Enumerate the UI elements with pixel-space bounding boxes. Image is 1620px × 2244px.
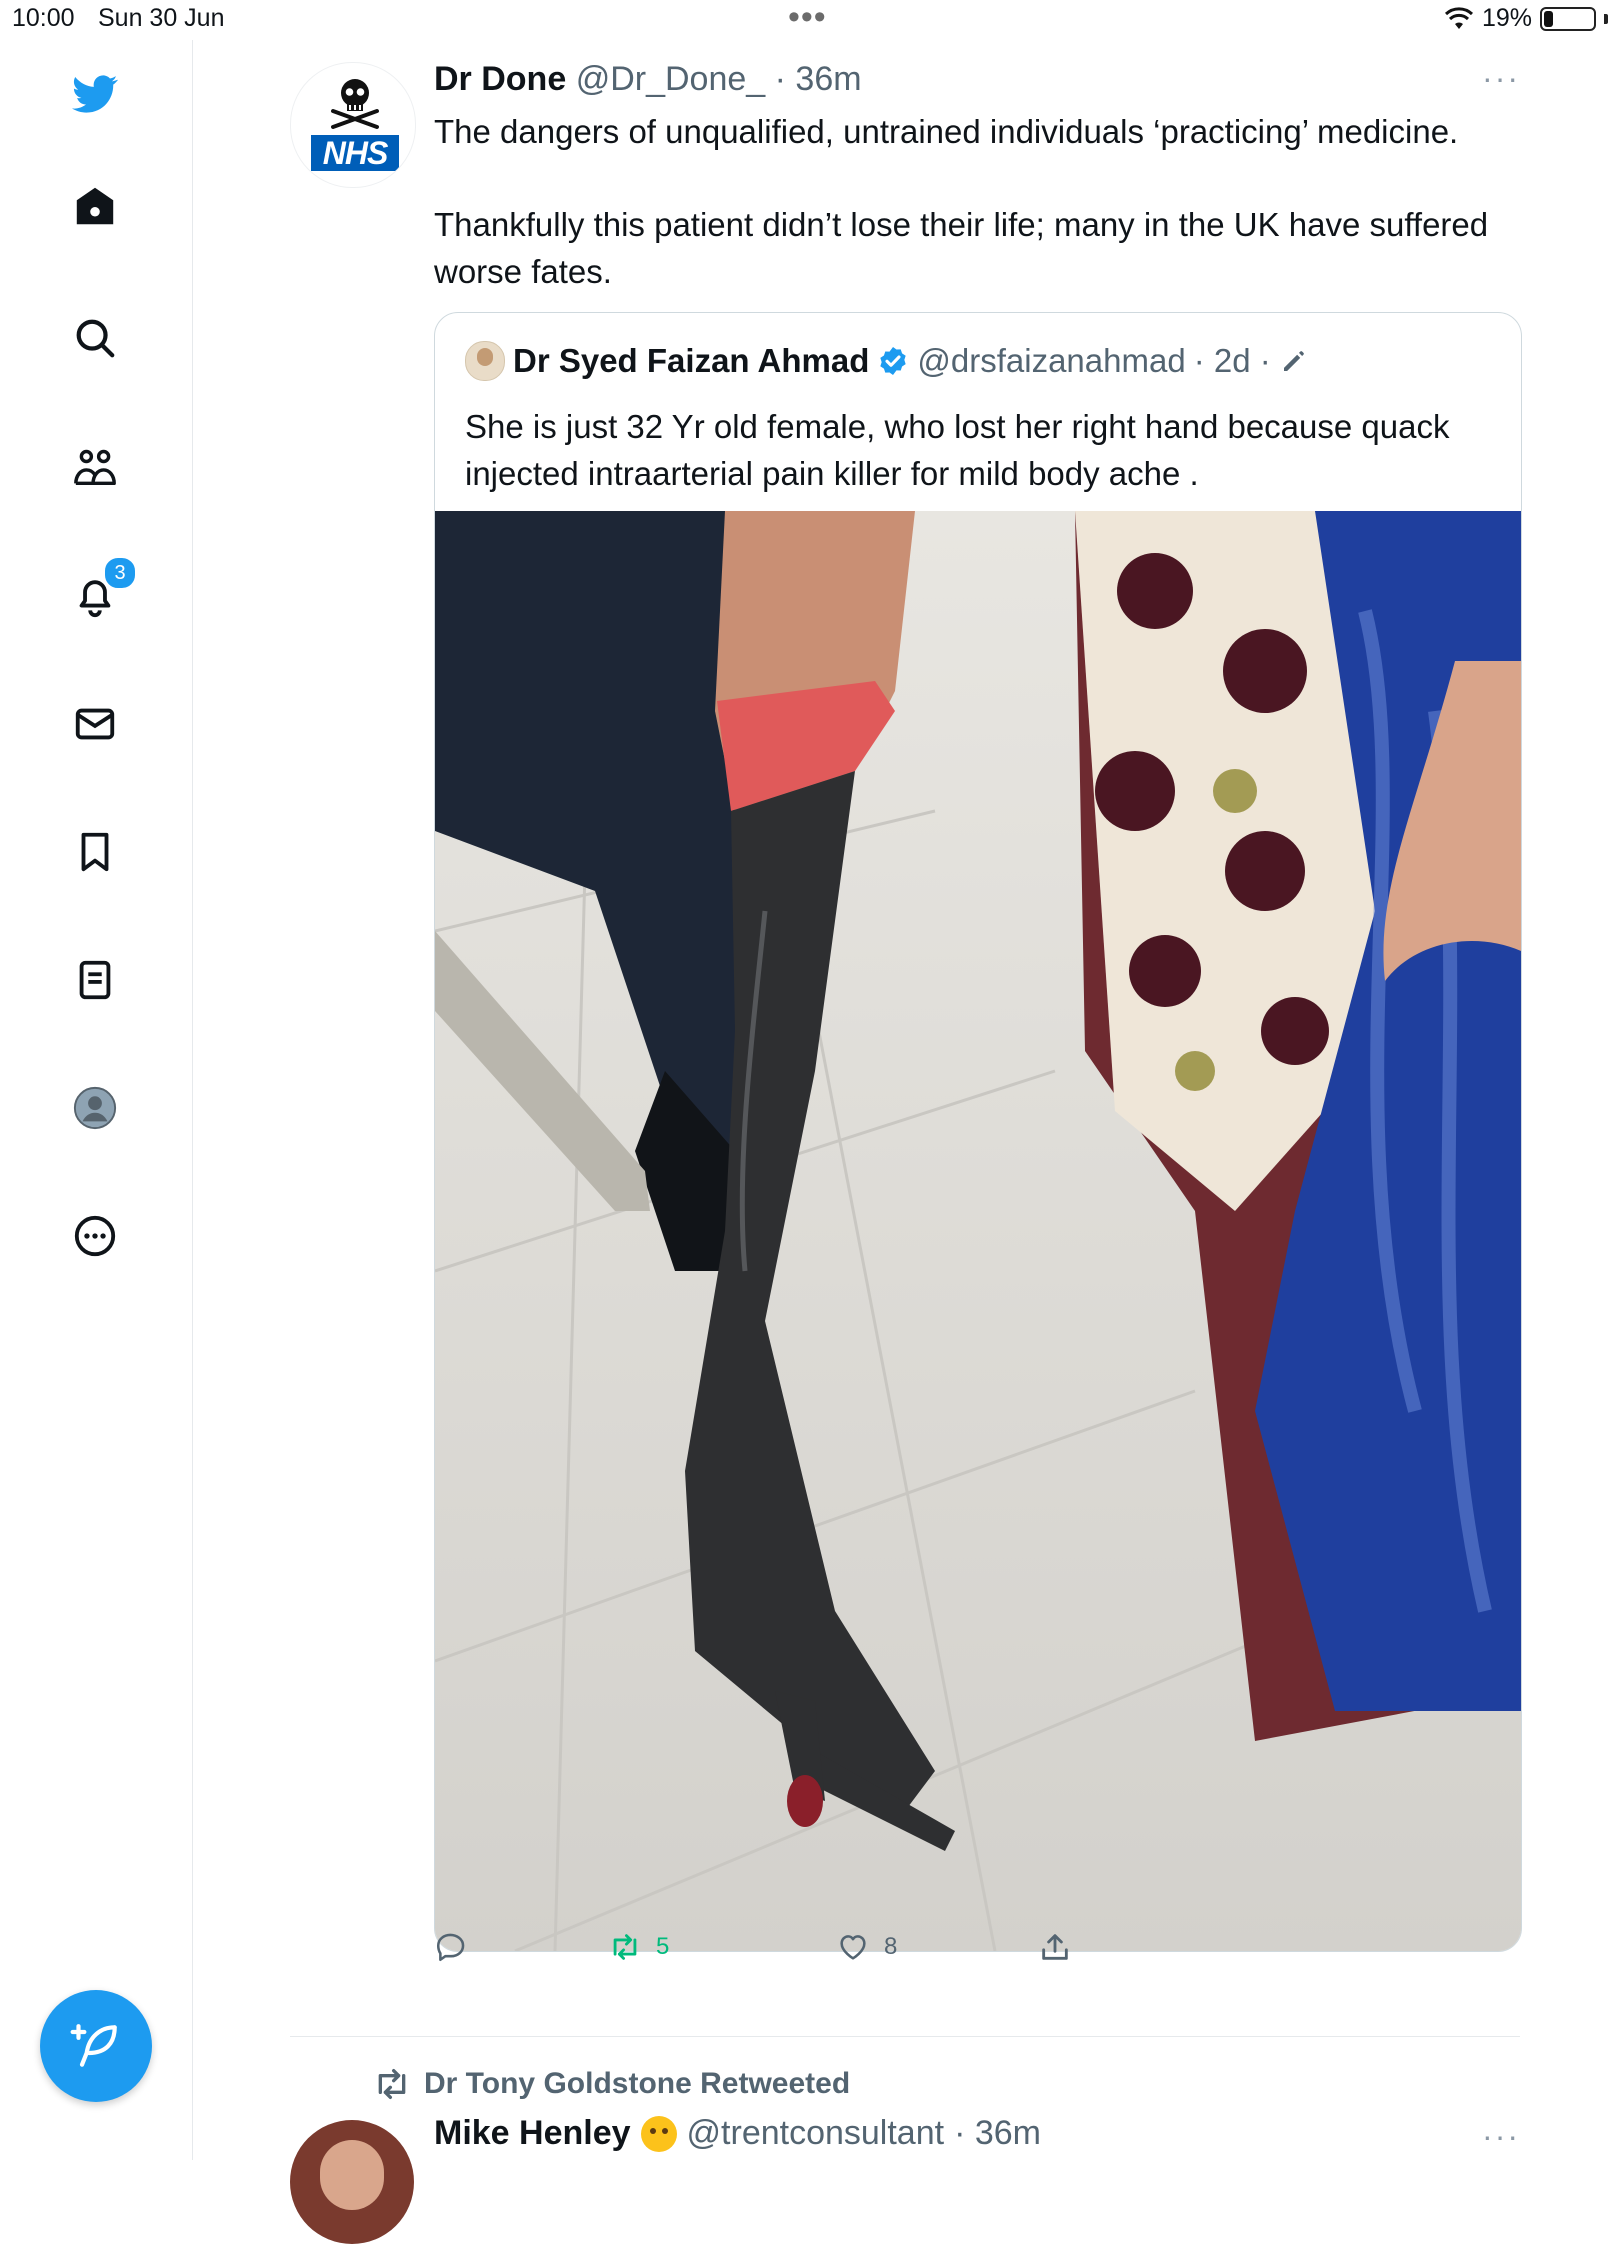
next-tweet-time[interactable]: · 36m xyxy=(954,2114,1041,2153)
like-count: 8 xyxy=(884,1933,898,1960)
share-icon xyxy=(1042,1934,1068,1960)
author-handle[interactable]: @Dr_Done_ xyxy=(576,60,766,98)
nav-notifications[interactable]: 3 xyxy=(67,556,137,624)
quoted-tweet[interactable]: Dr Syed Faizan Ahmad @drsfaizanahmad · 2… xyxy=(434,312,1522,1952)
tweet-text-paragraph-1: The dangers of unqualified, untrained in… xyxy=(434,113,1459,150)
retweet-icon xyxy=(378,2069,406,2099)
nav-lists[interactable] xyxy=(67,952,123,1008)
nav-more[interactable] xyxy=(67,1208,123,1264)
mail-icon xyxy=(75,708,115,740)
avatar-icon xyxy=(73,1086,117,1130)
sidebar: 3 xyxy=(0,40,193,2160)
more-circle-icon xyxy=(74,1215,116,1257)
quoted-tweet-header: Dr Syed Faizan Ahmad @drsfaizanahmad · 2… xyxy=(465,341,1309,381)
reply-icon xyxy=(436,1933,465,1962)
next-author-handle[interactable]: @trentconsultant xyxy=(687,2114,945,2153)
multitasking-dots[interactable]: ••• xyxy=(788,0,827,34)
notification-badge: 3 xyxy=(103,556,137,590)
battery-percent: 19% xyxy=(1481,4,1532,32)
heart-icon xyxy=(840,1935,866,1960)
wifi-icon xyxy=(1444,6,1473,29)
nav-profile[interactable] xyxy=(67,1080,123,1136)
tweet-actions: 5 8 xyxy=(144,1930,1144,1980)
quoted-tweet-text: She is just 32 Yr old female, who lost h… xyxy=(465,408,1450,492)
battery-level xyxy=(1544,10,1553,27)
people-icon xyxy=(74,449,116,486)
bird-icon xyxy=(72,75,118,113)
compose-tweet-button[interactable] xyxy=(40,1990,152,2102)
home-icon xyxy=(76,187,114,225)
search-icon xyxy=(76,319,115,358)
quoted-author-avatar[interactable] xyxy=(465,341,505,381)
tweet-time[interactable]: · 36m xyxy=(775,60,862,98)
bookmark-icon xyxy=(81,832,109,872)
retweet-icon xyxy=(613,1934,637,1960)
author-avatar[interactable]: NHS xyxy=(290,62,416,188)
nav-messages[interactable] xyxy=(67,696,123,752)
tweet-divider xyxy=(290,2036,1520,2037)
status-time: 10:00 xyxy=(12,4,75,32)
tweet-more-button[interactable]: ··· xyxy=(1482,60,1520,97)
next-author-avatar[interactable] xyxy=(290,2120,414,2244)
tweet-text: The dangers of unqualified, untrained in… xyxy=(434,108,1514,295)
tweet-text-paragraph-2: Thankfully this patient didn’t lose thei… xyxy=(434,206,1489,290)
compose-feather-icon xyxy=(70,2024,117,2067)
next-author-name[interactable]: Mike Henley xyxy=(434,2114,631,2153)
retweet-count: 5 xyxy=(656,1933,670,1960)
share-button[interactable] xyxy=(1038,1930,1072,1964)
status-indicators: 19% xyxy=(1444,4,1608,33)
battery-icon xyxy=(1540,6,1596,31)
nav-home[interactable] xyxy=(67,178,123,234)
tweet-photo[interactable] xyxy=(435,511,1521,1951)
edit-pencil-icon xyxy=(1283,351,1304,371)
reply-button[interactable] xyxy=(434,1930,482,1964)
next-tweet-header: Mike Henley @trentconsultant · 36m xyxy=(434,2114,1041,2153)
photo-illustration xyxy=(435,511,1521,1951)
quoted-author-handle[interactable]: @drsfaizanahmad xyxy=(917,342,1185,380)
retweeted-by-text: Dr Tony Goldstone Retweeted xyxy=(424,2067,851,2100)
nav-explore[interactable] xyxy=(67,310,123,366)
raised-eyebrow-emoji-icon xyxy=(640,2115,677,2152)
status-bar: 10:00 Sun 30 Jun ••• 19% xyxy=(0,0,1620,40)
quoted-tweet-time[interactable]: · 2d · xyxy=(1194,342,1271,380)
author-name[interactable]: Dr Done xyxy=(434,60,566,98)
retweeted-by-label[interactable]: Dr Tony Goldstone Retweeted xyxy=(372,2064,850,2104)
nhs-logo: NHS xyxy=(311,135,399,171)
skull-crossbones-icon xyxy=(331,79,379,129)
battery-nub xyxy=(1604,13,1608,24)
quoted-author-name[interactable]: Dr Syed Faizan Ahmad xyxy=(513,342,869,380)
tweet-header: Dr Done @Dr_Done_ · 36m xyxy=(434,60,862,99)
twitter-logo[interactable] xyxy=(67,66,123,122)
nav-communities[interactable] xyxy=(67,440,123,496)
retweet-button[interactable]: 5 xyxy=(608,1930,669,1964)
list-icon xyxy=(79,960,111,1000)
status-date: Sun 30 Jun xyxy=(98,4,225,32)
verified-badge-icon xyxy=(880,347,907,375)
like-button[interactable]: 8 xyxy=(836,1930,897,1964)
next-tweet-more-button[interactable]: ··· xyxy=(1482,2118,1520,2155)
nav-bookmarks[interactable] xyxy=(67,824,123,880)
